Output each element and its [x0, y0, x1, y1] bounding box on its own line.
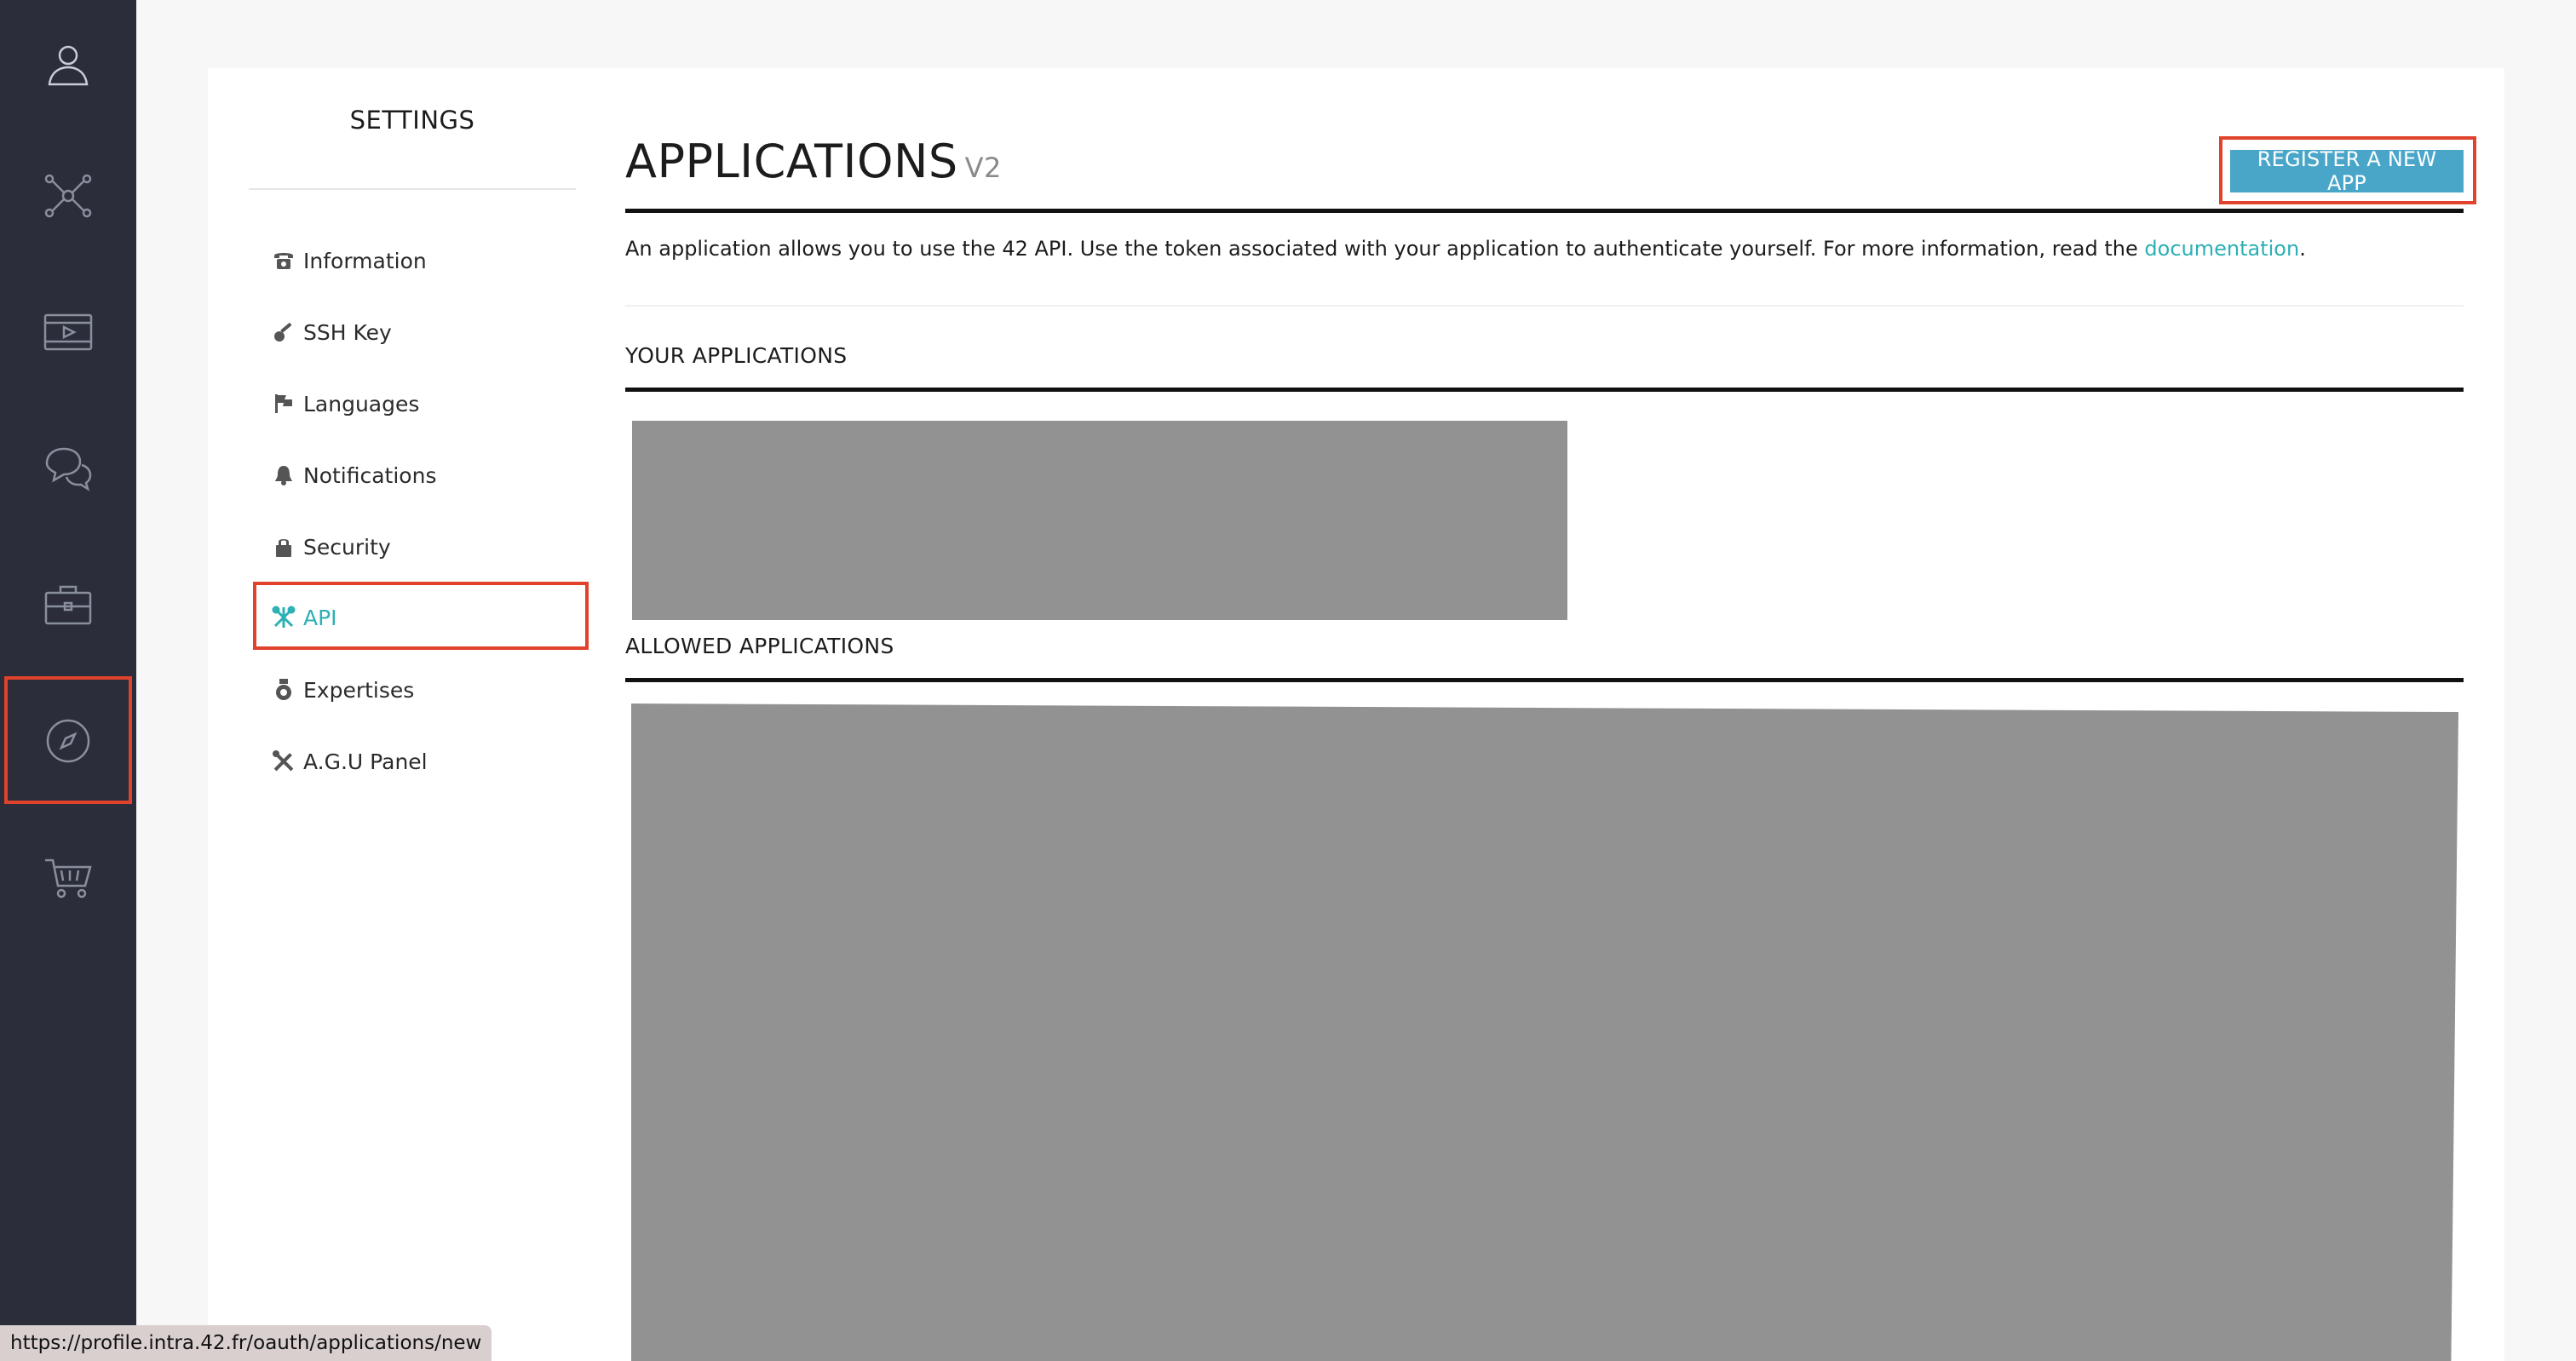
- nav-shop[interactable]: [0, 813, 136, 941]
- menu-item-agu-panel[interactable]: A.G.U Panel: [271, 738, 428, 785]
- menu-label-ssh-key: SSH Key: [303, 319, 392, 345]
- medal-icon: [271, 677, 296, 703]
- left-nav-bar: [0, 0, 136, 1361]
- settings-title: SETTINGS: [349, 106, 475, 135]
- intro-text: An application allows you to use the 42 …: [625, 237, 2306, 261]
- your-applications-heading: YOUR APPLICATIONS: [625, 343, 848, 368]
- wrench-icon: [271, 749, 296, 774]
- compass-icon: [43, 715, 94, 767]
- allowed-applications-divider: [625, 678, 2464, 682]
- key-icon: [271, 319, 296, 345]
- flag-icon: [271, 391, 296, 416]
- nav-profile[interactable]: [0, 0, 136, 128]
- cart-icon: [43, 853, 94, 901]
- menu-label-languages: Languages: [303, 391, 420, 416]
- bell-icon: [271, 462, 296, 488]
- intro-divider: [625, 305, 2464, 307]
- tools-icon: [271, 605, 296, 630]
- menu-label-agu-panel: A.G.U Panel: [303, 749, 428, 774]
- menu-label-security: Security: [303, 534, 391, 560]
- nav-explore[interactable]: [0, 677, 136, 805]
- title-divider: [625, 209, 2464, 213]
- version-label: V2: [964, 152, 1002, 184]
- your-applications-redacted: [632, 421, 1567, 620]
- menu-item-information[interactable]: Information: [271, 237, 427, 284]
- menu-item-security[interactable]: Security: [271, 523, 391, 571]
- menu-item-api[interactable]: API: [271, 594, 337, 641]
- documentation-link[interactable]: documentation: [2144, 237, 2299, 261]
- your-applications-divider: [625, 388, 2464, 392]
- allowed-applications-redacted: [631, 703, 2458, 1361]
- video-icon: [43, 311, 94, 353]
- lock-icon: [271, 534, 296, 560]
- allowed-applications-heading: ALLOWED APPLICATIONS: [625, 634, 894, 658]
- link-status-bar: https://profile.intra.42.fr/oauth/applic…: [0, 1325, 492, 1361]
- phone-icon: [271, 248, 296, 273]
- nav-videos[interactable]: [0, 268, 136, 396]
- page-title: APPLICATIONS V2: [625, 135, 1002, 188]
- menu-label-notifications: Notifications: [303, 462, 437, 488]
- user-icon: [44, 40, 92, 88]
- register-new-app-button[interactable]: REGISTER A NEW APP: [2230, 147, 2464, 195]
- menu-item-ssh-key[interactable]: SSH Key: [271, 308, 392, 356]
- menu-item-notifications[interactable]: Notifications: [271, 451, 436, 499]
- network-icon: [43, 170, 94, 221]
- menu-label-expertises: Expertises: [303, 677, 415, 703]
- nav-forum[interactable]: [0, 405, 136, 532]
- menu-label-api: API: [303, 605, 337, 630]
- page-title-text: APPLICATIONS: [625, 135, 958, 188]
- menu-label-information: Information: [303, 248, 427, 273]
- menu-item-languages[interactable]: Languages: [271, 380, 419, 428]
- chat-icon: [43, 445, 94, 492]
- menu-item-expertises[interactable]: Expertises: [271, 666, 414, 714]
- nav-network[interactable]: [0, 132, 136, 260]
- settings-divider: [249, 188, 576, 190]
- intro-body: An application allows you to use the 42 …: [625, 237, 2145, 261]
- intro-end: .: [2299, 237, 2306, 261]
- nav-companies[interactable]: [0, 541, 136, 669]
- briefcase-icon: [43, 583, 94, 627]
